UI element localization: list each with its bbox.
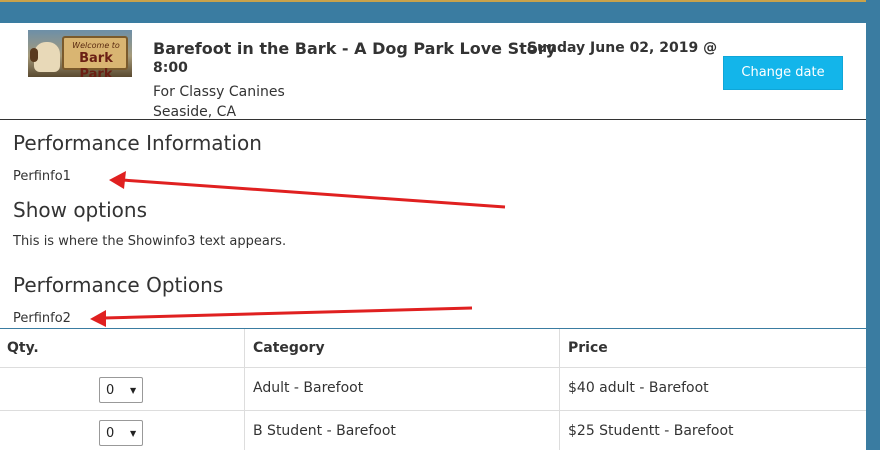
performance-info-heading: Performance Information bbox=[13, 131, 262, 155]
event-logo: Welcome to Bark Park bbox=[28, 30, 132, 77]
ticket-table: Qty. Category Price 0 ▼ Adult - Barefoot… bbox=[0, 328, 866, 450]
right-frame bbox=[866, 0, 880, 450]
price-cell: $40 adult - Barefoot bbox=[568, 380, 709, 396]
bark-park-sign: Welcome to Bark Park bbox=[62, 36, 128, 77]
show-options-text: This is where the Showinfo3 text appears… bbox=[13, 234, 287, 249]
chevron-down-icon: ▼ bbox=[130, 386, 137, 395]
chevron-down-icon: ▼ bbox=[130, 429, 137, 438]
performance-options-text: Perfinfo2 bbox=[13, 311, 71, 326]
sign-line-2: Bark Park bbox=[79, 51, 113, 77]
category-cell: Adult - Barefoot bbox=[253, 380, 364, 396]
event-location: Seaside, CA bbox=[153, 104, 237, 120]
event-time: 8:00 bbox=[153, 60, 188, 76]
category-column-header: Category bbox=[253, 340, 325, 356]
table-row: 0 ▼ Adult - Barefoot $40 adult - Barefoo… bbox=[0, 368, 866, 411]
event-title: Barefoot in the Bark - A Dog Park Love S… bbox=[153, 39, 557, 58]
qty-select[interactable]: 0 ▼ bbox=[99, 377, 143, 403]
change-date-button[interactable]: Change date bbox=[723, 56, 843, 90]
performance-info-text: Perfinfo1 bbox=[13, 169, 71, 184]
sign-line-1: Welcome to bbox=[72, 41, 120, 50]
table-row: 0 ▼ B Student - Barefoot $25 Studentt - … bbox=[0, 411, 866, 450]
performance-options-heading: Performance Options bbox=[13, 273, 224, 297]
event-header: Welcome to Bark Park Barefoot in the Bar… bbox=[0, 23, 866, 120]
top-accent-line bbox=[0, 0, 880, 2]
price-column-header: Price bbox=[568, 340, 608, 356]
top-band bbox=[0, 0, 880, 23]
qty-value: 0 bbox=[106, 426, 115, 441]
event-date: Sunday June 02, 2019 @ bbox=[527, 40, 718, 56]
qty-column-header: Qty. bbox=[7, 340, 39, 356]
qty-value: 0 bbox=[106, 383, 115, 398]
show-options-heading: Show options bbox=[13, 198, 147, 222]
annotation-arrow-1 bbox=[109, 171, 506, 209]
dog-ear-graphic bbox=[30, 48, 38, 62]
category-cell: B Student - Barefoot bbox=[253, 423, 396, 439]
ticket-panel: Welcome to Bark Park Barefoot in the Bar… bbox=[0, 23, 866, 450]
table-header-row: Qty. Category Price bbox=[0, 329, 866, 368]
price-cell: $25 Studentt - Barefoot bbox=[568, 423, 734, 439]
event-subtitle: For Classy Canines bbox=[153, 84, 285, 100]
qty-select[interactable]: 0 ▼ bbox=[99, 420, 143, 446]
annotation-arrow-2 bbox=[90, 306, 473, 327]
